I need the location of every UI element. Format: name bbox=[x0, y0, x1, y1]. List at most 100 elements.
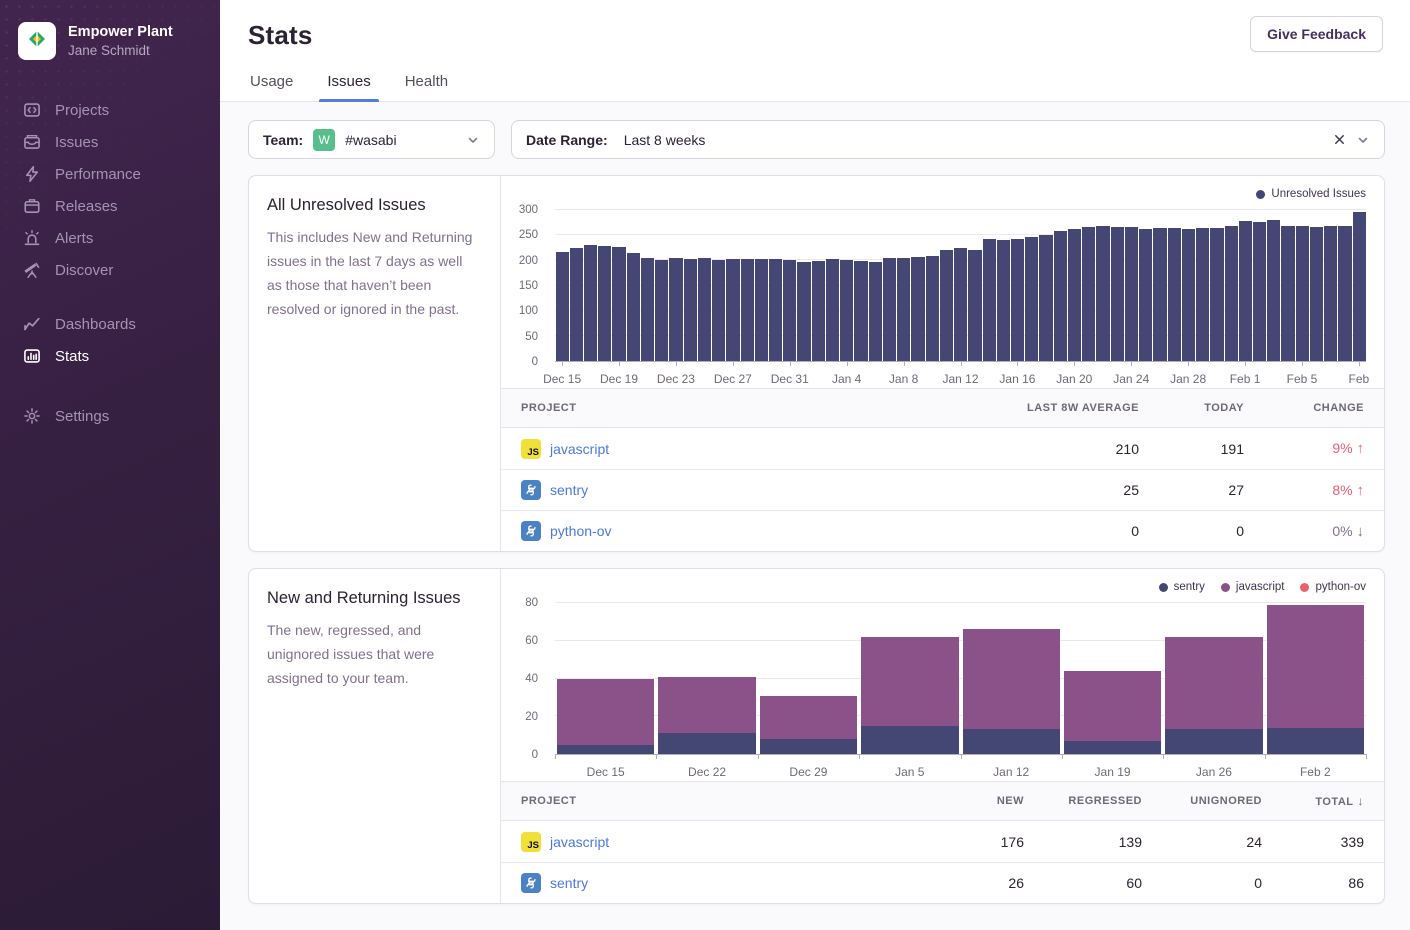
bar[interactable] bbox=[627, 253, 640, 361]
bar[interactable] bbox=[1353, 212, 1366, 361]
stacked-bar[interactable] bbox=[555, 603, 656, 754]
bar-segment-javascript[interactable] bbox=[1064, 671, 1161, 741]
column-header[interactable]: Total↓ bbox=[1282, 794, 1384, 808]
bar[interactable] bbox=[1068, 229, 1081, 361]
bar[interactable] bbox=[1225, 226, 1238, 361]
chevron-down-icon[interactable] bbox=[466, 133, 480, 147]
bar[interactable] bbox=[1267, 220, 1280, 361]
bar[interactable] bbox=[968, 250, 981, 361]
stacked-bar[interactable] bbox=[1062, 603, 1163, 754]
bar[interactable] bbox=[641, 258, 654, 361]
bar[interactable] bbox=[1296, 226, 1309, 361]
bar[interactable] bbox=[1253, 222, 1266, 361]
bar[interactable] bbox=[1111, 227, 1124, 361]
sidebar-item-projects[interactable]: Projects bbox=[0, 94, 220, 126]
bar[interactable] bbox=[1054, 231, 1067, 361]
sidebar-item-issues[interactable]: Issues bbox=[0, 126, 220, 158]
bar-segment-sentry[interactable] bbox=[1267, 728, 1364, 754]
bar[interactable] bbox=[1139, 229, 1152, 361]
sidebar-item-releases[interactable]: Releases bbox=[0, 190, 220, 222]
project-link[interactable]: sentry bbox=[550, 875, 588, 891]
bar-segment-sentry[interactable] bbox=[557, 745, 654, 754]
sidebar-item-settings[interactable]: Settings bbox=[0, 400, 220, 432]
bar[interactable] bbox=[1096, 226, 1109, 361]
clear-date-icon[interactable] bbox=[1333, 133, 1346, 146]
legend-item[interactable]: sentry bbox=[1159, 581, 1205, 593]
bar[interactable] bbox=[655, 260, 668, 361]
bar[interactable] bbox=[1196, 228, 1209, 361]
stacked-bar[interactable] bbox=[1265, 603, 1366, 754]
project-link[interactable]: python-ov bbox=[550, 523, 611, 539]
bar[interactable] bbox=[826, 259, 839, 361]
team-selector[interactable]: Team: W #wasabi bbox=[248, 120, 495, 159]
sidebar-item-dashboards[interactable]: Dashboards bbox=[0, 308, 220, 340]
bar-segment-javascript[interactable] bbox=[861, 637, 958, 726]
sidebar-item-alerts[interactable]: Alerts bbox=[0, 222, 220, 254]
bar[interactable] bbox=[598, 246, 611, 361]
bar-segment-sentry[interactable] bbox=[1064, 741, 1161, 754]
bar[interactable] bbox=[1039, 235, 1052, 361]
date-range-selector[interactable]: Date Range: Last 8 weeks bbox=[511, 120, 1385, 159]
bar[interactable] bbox=[983, 239, 996, 361]
bar[interactable] bbox=[726, 259, 739, 361]
bar[interactable] bbox=[698, 258, 711, 361]
sidebar-item-discover[interactable]: Discover bbox=[0, 254, 220, 286]
bar[interactable] bbox=[584, 245, 597, 361]
bar[interactable] bbox=[911, 257, 924, 361]
bar[interactable] bbox=[869, 262, 882, 361]
bar[interactable] bbox=[1025, 237, 1038, 361]
stacked-bar[interactable] bbox=[859, 603, 960, 754]
sidebar-item-stats[interactable]: Stats bbox=[0, 340, 220, 372]
stacked-bar[interactable] bbox=[1163, 603, 1264, 754]
bar-segment-sentry[interactable] bbox=[760, 739, 857, 754]
bar[interactable] bbox=[769, 259, 782, 361]
chevron-down-icon[interactable] bbox=[1356, 133, 1370, 147]
bar[interactable] bbox=[712, 260, 725, 361]
bar[interactable] bbox=[1011, 239, 1024, 361]
bar[interactable] bbox=[570, 248, 583, 361]
bar[interactable] bbox=[1082, 227, 1095, 361]
bar[interactable] bbox=[1324, 226, 1337, 361]
bar[interactable] bbox=[797, 262, 810, 361]
bar[interactable] bbox=[1281, 226, 1294, 361]
bar-segment-javascript[interactable] bbox=[760, 696, 857, 739]
bar[interactable] bbox=[954, 248, 967, 361]
project-link[interactable]: javascript bbox=[550, 834, 609, 850]
bar[interactable] bbox=[684, 259, 697, 361]
bar-segment-javascript[interactable] bbox=[1165, 637, 1262, 729]
bar[interactable] bbox=[926, 256, 939, 361]
bar-segment-javascript[interactable] bbox=[658, 677, 755, 734]
tab-usage[interactable]: Usage bbox=[248, 73, 295, 101]
bar-segment-javascript[interactable] bbox=[1267, 605, 1364, 728]
bar[interactable] bbox=[1338, 226, 1351, 361]
bar[interactable] bbox=[741, 259, 754, 361]
bar[interactable] bbox=[812, 261, 825, 361]
bar[interactable] bbox=[1239, 221, 1252, 361]
bar-segment-sentry[interactable] bbox=[1165, 729, 1262, 754]
legend-item[interactable]: python-ov bbox=[1300, 581, 1366, 593]
sidebar-item-performance[interactable]: Performance bbox=[0, 158, 220, 190]
project-link[interactable]: javascript bbox=[550, 441, 609, 457]
bar[interactable] bbox=[1310, 227, 1323, 361]
bar-segment-sentry[interactable] bbox=[658, 733, 755, 754]
bar[interactable] bbox=[1125, 227, 1138, 361]
bar[interactable] bbox=[840, 260, 853, 361]
bar[interactable] bbox=[755, 259, 768, 361]
give-feedback-button[interactable]: Give Feedback bbox=[1250, 16, 1383, 52]
stacked-bar[interactable] bbox=[961, 603, 1062, 754]
tab-health[interactable]: Health bbox=[403, 73, 450, 101]
bar[interactable] bbox=[669, 258, 682, 361]
bar[interactable] bbox=[897, 258, 910, 361]
org-switcher[interactable]: Empower Plant Jane Schmidt bbox=[0, 0, 220, 80]
bar[interactable] bbox=[1168, 228, 1181, 361]
bar[interactable] bbox=[612, 247, 625, 361]
bar[interactable] bbox=[1210, 228, 1223, 361]
project-link[interactable]: sentry bbox=[550, 482, 588, 498]
stacked-bar[interactable] bbox=[656, 603, 757, 754]
bar[interactable] bbox=[1153, 228, 1166, 361]
legend-item[interactable]: javascript bbox=[1221, 581, 1285, 593]
bar-segment-sentry[interactable] bbox=[861, 726, 958, 754]
stacked-bar[interactable] bbox=[758, 603, 859, 754]
bar-segment-javascript[interactable] bbox=[557, 679, 654, 745]
bar[interactable] bbox=[783, 260, 796, 361]
